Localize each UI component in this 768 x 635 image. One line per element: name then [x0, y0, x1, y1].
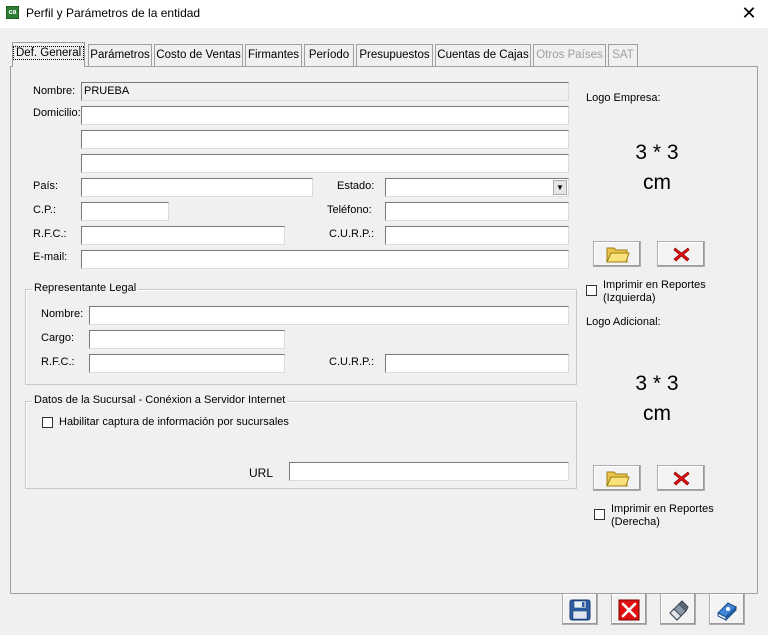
pais-field[interactable] — [81, 178, 313, 197]
tab-firmantes[interactable]: Firmantes — [245, 44, 302, 66]
rep-nombre-field[interactable] — [89, 306, 569, 325]
red-x-icon — [673, 471, 690, 486]
eraser-icon — [667, 599, 689, 621]
rep-curp-field[interactable] — [385, 354, 569, 373]
logo-adicional-open-button[interactable] — [593, 465, 641, 491]
url-field[interactable] — [289, 462, 569, 481]
logo-adicional-imprimir-label-1: Imprimir en Reportes — [611, 503, 714, 515]
nombre-field[interactable]: PRUEBA — [81, 82, 569, 101]
email-field[interactable] — [81, 250, 569, 269]
tab-label: Def. General — [13, 46, 85, 60]
chevron-down-icon[interactable]: ▼ — [553, 180, 567, 195]
logo-adicional-label: Logo Adicional: — [586, 316, 661, 328]
estado-label: Estado: — [337, 180, 375, 192]
logo-adicional-imprimir-label-2: (Derecha) — [611, 516, 660, 528]
logo-adicional-size-line1: 3 * 3 — [635, 372, 679, 395]
logo-empresa-label: Logo Empresa: — [586, 92, 661, 104]
tab-costo-de-ventas[interactable]: Costo de Ventas — [154, 44, 243, 66]
floppy-disk-icon — [569, 599, 591, 621]
pais-label: País: — [33, 180, 59, 192]
logo-adicional-size-line2: cm — [643, 402, 671, 425]
domicilio-field-2[interactable] — [81, 130, 569, 149]
rfc-field[interactable] — [81, 226, 285, 245]
clear-button[interactable] — [660, 593, 696, 625]
tab-presupuestos[interactable]: Presupuestos — [356, 44, 433, 66]
rep-rfc-label: R.F.C.: — [41, 356, 75, 368]
rep-curp-label: C.U.R.P.: — [329, 356, 375, 368]
save-button[interactable] — [562, 593, 598, 625]
telefono-label: Teléfono: — [327, 204, 372, 216]
app-icon: ca — [6, 6, 19, 19]
logo-adicional-delete-button[interactable] — [657, 465, 705, 491]
domicilio-field-3[interactable] — [81, 154, 569, 173]
title-bar: ca Perfil y Parámetros de la entidad ✕ — [0, 0, 768, 28]
habilitar-sucursales-label: Habilitar captura de información por suc… — [59, 416, 289, 428]
tab-cuentas-de-cajas[interactable]: Cuentas de Cajas — [435, 44, 531, 66]
representante-legal-title: Representante Legal — [32, 282, 139, 294]
folder-open-icon — [606, 469, 630, 488]
rep-nombre-label: Nombre: — [41, 308, 84, 320]
sucursal-title: Datos de la Sucursal - Conéxion a Servid… — [32, 394, 288, 406]
logo-empresa-imprimir-label-1: Imprimir en Reportes — [603, 279, 706, 291]
cp-field[interactable] — [81, 202, 169, 221]
domicilio-field-1[interactable] — [81, 106, 569, 125]
help-button[interactable] — [709, 593, 745, 625]
help-book-icon — [716, 599, 738, 621]
rep-cargo-label: Cargo: — [41, 332, 75, 344]
tab-sat: SAT — [608, 44, 638, 66]
url-label: URL — [249, 466, 274, 480]
tab-otros-paises: Otros Países — [533, 44, 606, 66]
rfc-label: R.F.C.: — [33, 228, 67, 240]
nombre-label: Nombre: — [33, 85, 76, 97]
logo-empresa-imprimir-checkbox[interactable] — [586, 285, 597, 296]
logo-adicional-imprimir-checkbox[interactable] — [594, 509, 605, 520]
curp-label: C.U.R.P.: — [329, 228, 375, 240]
rep-rfc-field[interactable] — [89, 354, 285, 373]
logo-empresa-size-line1: 3 * 3 — [635, 141, 679, 164]
red-x-icon — [673, 247, 690, 262]
tab-parametros[interactable]: Parámetros — [88, 44, 152, 66]
logo-empresa-delete-button[interactable] — [657, 241, 705, 267]
logo-empresa-size-line2: cm — [643, 171, 671, 194]
domicilio-label: Domicilio: — [33, 107, 81, 119]
estado-select[interactable]: ▼ — [385, 178, 569, 197]
habilitar-sucursales-checkbox[interactable] — [42, 417, 53, 428]
tab-def-general[interactable]: Def. General — [12, 42, 85, 67]
cancel-icon — [618, 599, 640, 621]
telefono-field[interactable] — [385, 202, 569, 221]
logo-empresa-open-button[interactable] — [593, 241, 641, 267]
cancel-button[interactable] — [611, 593, 647, 625]
window-title: Perfil y Parámetros de la entidad — [26, 6, 201, 20]
cp-label: C.P.: — [33, 204, 57, 216]
curp-field[interactable] — [385, 226, 569, 245]
tab-periodo[interactable]: Período — [304, 44, 354, 66]
close-window-button[interactable]: ✕ — [738, 2, 760, 24]
logo-empresa-imprimir-label-2: (Izquierda) — [603, 292, 656, 304]
folder-open-icon — [606, 245, 630, 264]
rep-cargo-field[interactable] — [89, 330, 285, 349]
email-label: E-mail: — [33, 251, 68, 263]
